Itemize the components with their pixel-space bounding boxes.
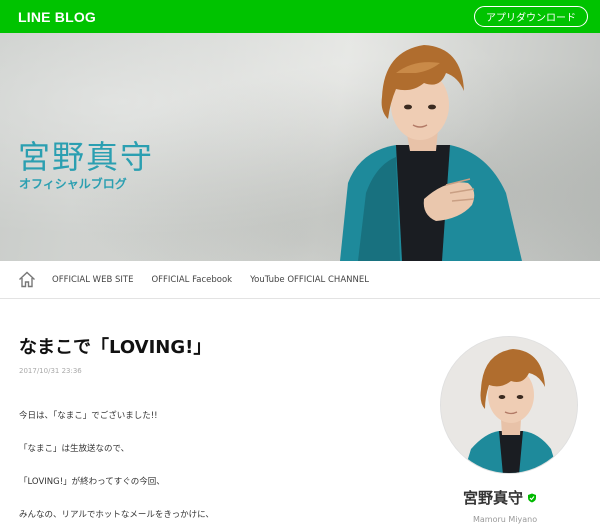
home-icon[interactable]	[18, 271, 36, 289]
profile-name-text: 宮野真守	[463, 489, 524, 507]
hero-subtitle: オフィシャルブログ	[19, 177, 127, 191]
profile-avatar[interactable]	[440, 336, 578, 474]
hero-blog-owner-name: 宮野真守	[18, 138, 155, 176]
line-blog-logo[interactable]: LINE BLOG	[18, 9, 96, 25]
article-title[interactable]: なまこで「LOVING!」	[19, 333, 211, 359]
article-date: 2017/10/31 23:36	[19, 367, 82, 375]
article-paragraph: 今日は、「なまこ」でございました!!	[19, 411, 158, 421]
top-bar: LINE BLOG アプリダウンロード	[0, 0, 600, 33]
profile-name[interactable]: 宮野真守	[463, 487, 563, 508]
article-paragraph: 「LOVING!」が終わってすぐの今回、	[19, 477, 165, 487]
nav-link-official-facebook[interactable]: OFFICIAL Facebook	[151, 275, 232, 285]
nav-link-youtube-channel[interactable]: YouTube OFFICIAL CHANNEL	[250, 275, 369, 285]
article-paragraph: みんなの、リアルでホットなメールをきっかけに、	[19, 510, 214, 520]
profile-romaji-name: Mamoru Miyano	[473, 515, 538, 524]
app-download-button[interactable]: アプリダウンロード	[474, 6, 588, 27]
hero-portrait-image	[340, 45, 522, 261]
blog-nav-bar: OFFICIAL WEB SITE OFFICIAL Facebook YouT…	[0, 261, 600, 299]
hero-banner: 宮野真守 オフィシャルブログ	[0, 33, 600, 261]
nav-link-official-web-site[interactable]: OFFICIAL WEB SITE	[52, 275, 133, 285]
article-paragraph: 「なまこ」は生放送なので、	[19, 444, 130, 454]
verified-shield-icon	[528, 493, 537, 502]
